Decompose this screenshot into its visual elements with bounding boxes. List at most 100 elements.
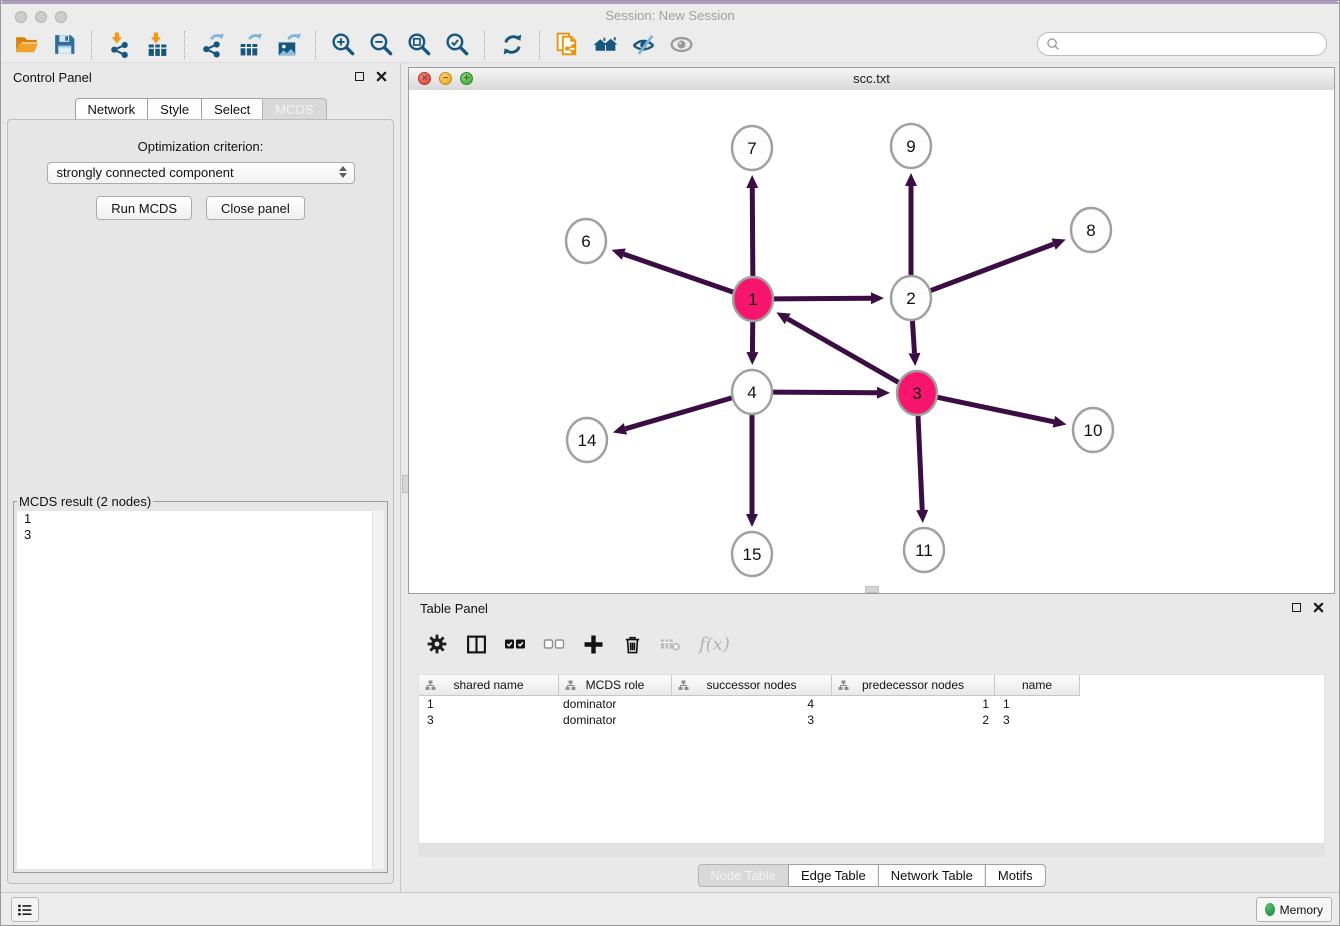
graph-edge[interactable] <box>624 254 733 292</box>
column-header-predecessor-nodes[interactable]: predecessor nodes <box>832 675 995 696</box>
column-header-successor-nodes[interactable]: successor nodes <box>672 675 832 696</box>
save-session-button[interactable] <box>45 30 83 60</box>
graph-edge[interactable] <box>918 414 922 510</box>
hide-graphics-details-button[interactable] <box>624 30 662 60</box>
zoom-selected-button[interactable] <box>438 30 476 60</box>
export-network-button[interactable] <box>193 30 231 60</box>
mcds-result-list[interactable]: 1 3 <box>17 511 384 869</box>
close-table-panel-button[interactable] <box>1311 600 1325 614</box>
import-network-button[interactable] <box>100 30 138 60</box>
network-minimize-button[interactable]: − <box>439 72 452 85</box>
toolbar-separator <box>539 31 540 59</box>
graph-edge[interactable] <box>625 398 731 429</box>
search-box[interactable] <box>1037 32 1327 56</box>
close-panel-action-button[interactable]: Close panel <box>206 196 305 220</box>
tab-select[interactable]: Select <box>201 98 263 121</box>
zoom-fit-button[interactable] <box>400 30 438 60</box>
network-canvas[interactable]: 7968124314101511 <box>409 90 1334 593</box>
search-input[interactable] <box>1062 34 1326 54</box>
table-tabs: Node Table Edge Table Network Table Moti… <box>697 864 1045 887</box>
export-image-button[interactable] <box>269 30 307 60</box>
function-builder-button[interactable]: f(x) <box>699 633 730 655</box>
export-table-icon <box>237 31 264 58</box>
graph-edge[interactable] <box>752 188 753 278</box>
minimize-window-button[interactable] <box>35 11 47 23</box>
tab-network-table[interactable]: Network Table <box>878 864 986 887</box>
cell-name[interactable]: 1 <box>995 697 1080 711</box>
home-button[interactable] <box>586 30 624 60</box>
column-header-mcds-role[interactable]: MCDS role <box>559 675 672 696</box>
close-icon <box>376 71 387 82</box>
graph-node-label: 9 <box>906 137 915 156</box>
network-maximize-button[interactable]: + <box>460 72 473 85</box>
export-table-button[interactable] <box>231 30 269 60</box>
network-window-titlebar[interactable]: × − + scc.txt <box>409 68 1334 91</box>
select-all-button[interactable] <box>504 633 526 655</box>
graph-edge[interactable] <box>931 244 1054 290</box>
float-table-panel-button[interactable] <box>1289 600 1303 614</box>
result-scrollbar[interactable] <box>372 511 384 869</box>
graph-edge[interactable] <box>788 319 899 383</box>
delete-table-button[interactable] <box>660 633 682 655</box>
zoom-window-button[interactable] <box>55 11 67 23</box>
table-panel-title: Table Panel <box>420 601 488 616</box>
close-panel-button[interactable] <box>374 69 388 83</box>
network-close-button[interactable]: × <box>418 72 431 85</box>
column-header-name[interactable]: name <box>995 675 1080 696</box>
tab-motifs[interactable]: Motifs <box>985 864 1046 887</box>
cell-name[interactable]: 3 <box>995 713 1080 727</box>
zoom-out-button[interactable] <box>362 30 400 60</box>
dropdown-stepper-icon <box>339 166 347 178</box>
graph-edge-arrowhead <box>908 353 920 366</box>
graph-edge-arrowhead <box>871 292 884 304</box>
graph-edge[interactable] <box>773 392 877 393</box>
delete-column-button[interactable] <box>621 633 643 655</box>
birds-eye-view-button[interactable] <box>662 30 700 60</box>
run-mcds-button[interactable]: Run MCDS <box>96 196 192 220</box>
open-session-button[interactable] <box>7 30 45 60</box>
import-table-button[interactable] <box>138 30 176 60</box>
cell-mcds-role[interactable]: dominator <box>559 713 672 727</box>
float-panel-button[interactable] <box>352 69 366 83</box>
graph-edge[interactable] <box>938 397 1054 421</box>
cell-successor-nodes[interactable]: 4 <box>672 697 832 711</box>
tab-edge-table[interactable]: Edge Table <box>788 864 879 887</box>
cell-predecessor-nodes[interactable]: 1 <box>832 697 995 711</box>
cell-successor-nodes[interactable]: 3 <box>672 713 832 727</box>
save-icon <box>51 31 78 58</box>
graph-edge[interactable] <box>774 298 871 299</box>
graph-edge[interactable] <box>912 319 914 353</box>
tab-node-table[interactable]: Node Table <box>697 864 789 887</box>
table-hscrollbar[interactable] <box>418 844 1325 857</box>
cell-shared-name[interactable]: 3 <box>419 713 559 727</box>
add-column-button[interactable] <box>582 633 604 655</box>
table-row[interactable]: 3 dominator 3 2 3 <box>419 712 1324 728</box>
clone-network-button[interactable] <box>548 30 586 60</box>
network-graph[interactable]: 7968124314101511 <box>409 90 1336 595</box>
show-columns-button[interactable] <box>465 633 487 655</box>
result-item: 1 <box>17 511 384 527</box>
tab-style[interactable]: Style <box>147 98 202 121</box>
cell-predecessor-nodes[interactable]: 2 <box>832 713 995 727</box>
tab-mcds[interactable]: MCDS <box>262 98 326 121</box>
table-toolbar: f(x) <box>426 626 730 662</box>
close-window-button[interactable] <box>15 11 27 23</box>
column-header-shared-name[interactable]: shared name <box>419 675 559 696</box>
home-icon <box>592 31 619 58</box>
apply-layout-button[interactable] <box>493 30 531 60</box>
table-settings-button[interactable] <box>426 633 448 655</box>
cell-mcds-role[interactable]: dominator <box>559 697 672 711</box>
cell-shared-name[interactable]: 1 <box>419 697 559 711</box>
memory-label: Memory <box>1280 903 1323 917</box>
canvas-grip[interactable] <box>865 586 879 593</box>
zoom-fit-icon <box>406 31 433 58</box>
table-row[interactable]: 1 dominator 4 1 1 <box>419 696 1324 712</box>
tab-network[interactable]: Network <box>74 98 148 121</box>
unselect-all-button[interactable] <box>543 633 565 655</box>
criterion-dropdown[interactable]: strongly connected component <box>47 162 355 184</box>
table-panel: Table Panel <box>408 596 1335 894</box>
result-item: 3 <box>17 527 384 543</box>
zoom-in-button[interactable] <box>324 30 362 60</box>
memory-button[interactable]: Memory <box>1256 897 1332 922</box>
task-history-button[interactable] <box>11 897 39 922</box>
